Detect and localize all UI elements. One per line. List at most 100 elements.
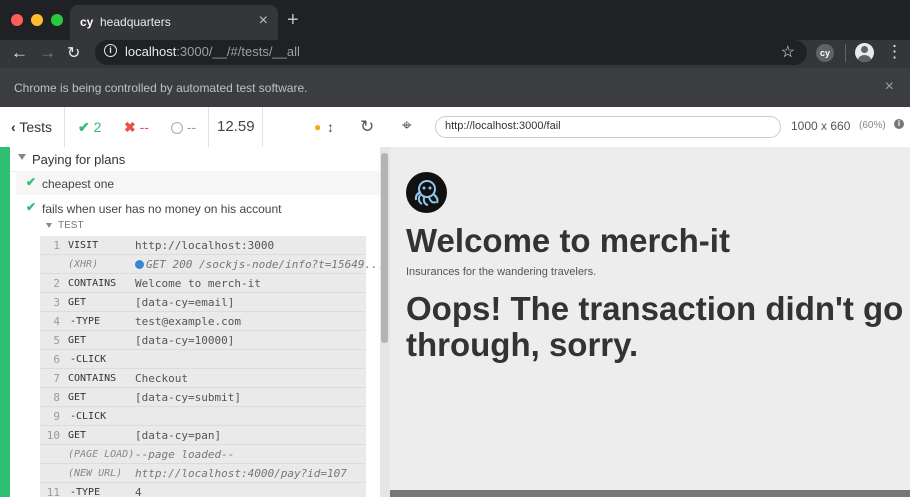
test-section-header[interactable]: TEST [46,220,84,231]
failed-count: ✖ -- [124,107,149,147]
command-row[interactable]: 11 -TYPE 4 [40,483,366,497]
window-zoom-button[interactable] [51,14,63,26]
browser-tab[interactable]: cy headquarters × [70,5,278,40]
test-list: Paying for plans ✔ cheapest one ✔ fails … [10,147,380,497]
command-row[interactable]: 2 CONTAINS Welcome to merch-it [40,274,366,293]
back-arrow-icon[interactable]: ← [11,43,28,63]
command-row[interactable]: 9 -CLICK [40,407,366,426]
command-message: [data-cy=pan] [135,429,222,442]
command-number: 11 [46,486,60,497]
test-header-label: TEST [58,220,84,231]
site-info-icon[interactable]: i [104,44,117,57]
tab-title: headquarters [100,15,171,29]
aut-url-text: http://localhost:3000/fail [445,120,561,132]
chevron-left-icon: ‹ [11,119,16,135]
command-name: (PAGE LOAD) [68,449,135,460]
more-menu-icon[interactable]: ⋮ [886,42,903,62]
window-minimize-button[interactable] [31,14,43,26]
command-name: CONTAINS [68,373,117,384]
command-row[interactable]: (NEW URL) http://localhost:4000/pay?id=1… [40,464,366,483]
command-message: [data-cy=submit] [135,391,241,404]
profile-avatar-icon[interactable] [855,43,874,62]
viewport-info-icon[interactable]: i [894,119,904,129]
command-row[interactable]: 3 GET [data-cy=email] [40,293,366,312]
toolbar-divider [845,44,846,62]
rerun-icon[interactable]: ↻ [360,107,374,147]
selector-playground-crosshair-icon[interactable]: ⌖ [402,116,412,136]
test-row[interactable]: ✔ cheapest one [16,171,380,195]
test-title: cheapest one [42,177,115,191]
command-name: GET [68,297,87,308]
error-message: Oops! The transaction didn't go through,… [406,290,904,363]
command-row[interactable]: (PAGE LOAD) --page loaded-- [40,445,366,464]
back-to-tests-button[interactable]: ‹ Tests [11,107,52,147]
command-name: -CLICK [70,411,107,422]
address-bar[interactable]: i localhost:3000/__/#/tests/__all ☆ [95,40,807,65]
command-number: 7 [53,372,60,385]
scrollbar-thumb[interactable] [381,153,388,343]
command-row[interactable]: 4 -TYPE test@example.com [40,312,366,331]
window-close-button[interactable] [11,14,23,26]
command-name: (NEW URL) [68,468,123,479]
viewport-scale: (60%) [859,120,886,131]
command-row[interactable]: 6 -CLICK [40,350,366,369]
browser-toolbar: ← → ↻ i localhost:3000/__/#/tests/__all … [0,40,910,68]
new-tab-button[interactable]: + [287,9,299,32]
command-message: Checkout [135,372,188,385]
command-row[interactable]: 7 CONTAINS Checkout [40,369,366,388]
command-message: Welcome to merch-it [135,277,261,290]
failed-value: -- [139,119,149,135]
command-message: 4 [135,486,142,497]
command-message: --page loaded-- [135,448,235,461]
test-passed-icon: ✔ [26,175,37,189]
cypress-reporter: ‹ Tests ✔ 2 ✖ -- -- 12.59 ● ↕ ↻ Paying f… [0,107,390,497]
xhr-status-dot-icon [135,260,144,269]
command-row[interactable]: (XHR) GET 200 /sockjs-node/info?t=15649.… [40,255,380,274]
infobar-close-icon[interactable]: × [885,78,894,96]
reload-icon[interactable]: ↻ [67,43,80,63]
tab-close-icon[interactable]: × [259,12,268,30]
command-name: CONTAINS [68,278,117,289]
stats-divider [262,107,263,147]
bookmark-star-icon[interactable]: ☆ [781,42,795,62]
command-number: 3 [53,296,60,309]
check-icon: ✔ [78,119,90,135]
url-path: :3000/__/#/tests/__all [176,44,300,59]
test-row[interactable]: ✔ fails when user has no money on his ac… [16,196,380,220]
command-number: 10 [46,429,60,442]
page-subtitle: Insurances for the wandering travelers. [406,266,597,278]
command-message: test@example.com [135,315,241,328]
viewport-size: 1000 x 660 [791,119,851,133]
test-title: fails when user has no money on his acco… [42,202,282,216]
command-row[interactable]: 10 GET [data-cy=pan] [40,426,366,445]
cypress-extension-icon[interactable]: cy [816,44,834,62]
command-name: GET [68,392,87,403]
running-dot-icon: ● [314,120,322,134]
command-name: -TYPE [70,316,101,327]
merch-it-logo-icon [406,172,447,213]
url-host: localhost [125,44,177,59]
suite-row[interactable]: Paying for plans [10,147,380,172]
command-row[interactable]: 5 GET [data-cy=10000] [40,331,366,350]
page-heading: Welcome to merch-it [406,222,730,259]
reporter-scrollbar[interactable] [380,147,390,497]
passed-value: 2 [93,119,102,135]
auto-scroll-toggle-icon[interactable]: ↕ [327,107,334,147]
duration: 12.59 [217,118,255,135]
address-bar-url: localhost:3000/__/#/tests/__all [125,44,300,59]
command-row[interactable]: 8 GET [data-cy=submit] [40,388,366,407]
suite-title: Paying for plans [32,152,126,167]
forward-arrow-icon[interactable]: → [39,43,56,63]
aut-header: ⌖ http://localhost:3000/fail 1000 x 660 … [390,107,910,148]
automation-message: Chrome is being controlled by automated … [14,81,308,95]
passed-count: ✔ 2 [78,107,101,147]
pending-count: -- [171,107,196,147]
command-row[interactable]: 1 VISIT http://localhost:3000 [40,236,366,255]
command-message: GET 200 /sockjs-node/info?t=15649... [135,258,380,271]
command-message: [data-cy=10000] [135,334,235,347]
tab-favicon: cy [80,15,94,29]
pending-circle-icon [171,122,183,134]
collapse-caret-icon [46,222,52,228]
command-name: -CLICK [70,354,107,365]
xhr-message: GET 200 /sockjs-node/info?t=15649... [146,258,380,271]
